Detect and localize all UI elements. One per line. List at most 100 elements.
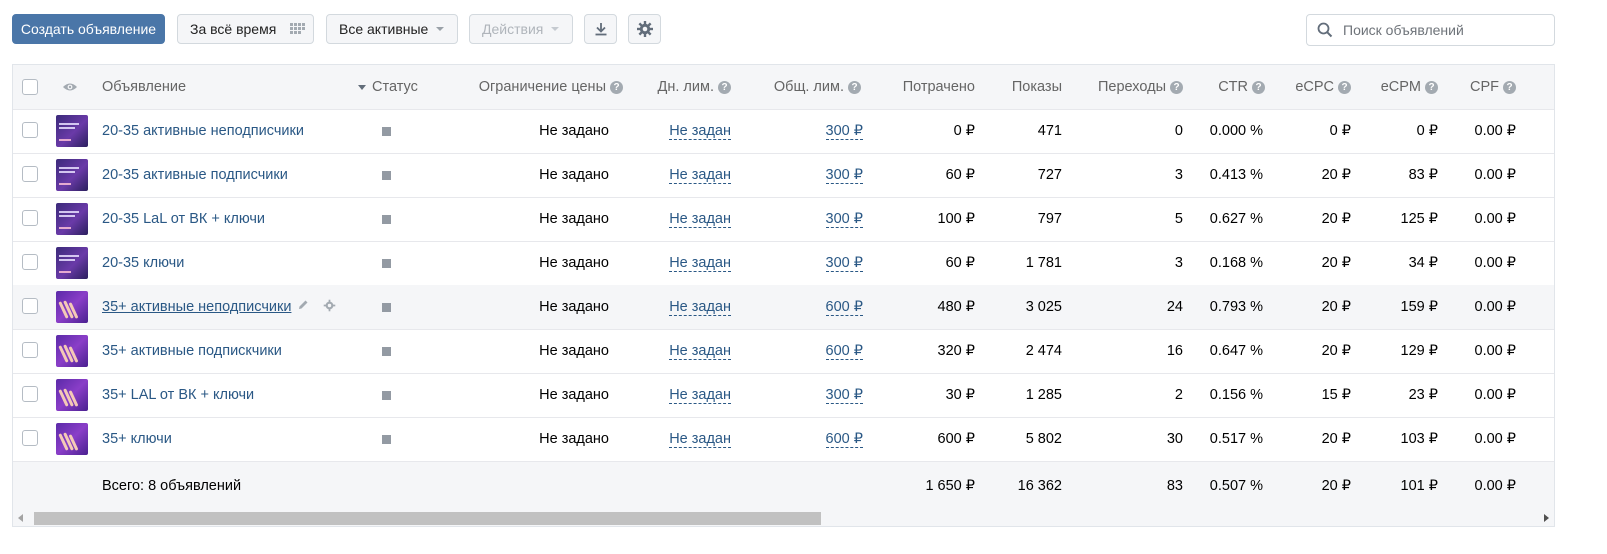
column-price-limit[interactable]: Ограничение цены? <box>453 65 623 109</box>
ad-thumbnail[interactable] <box>56 247 88 279</box>
column-status[interactable]: Статус <box>358 65 418 109</box>
scrollbar-thumb[interactable] <box>34 512 821 525</box>
column-ecpc[interactable]: eCPC? <box>1273 65 1351 109</box>
actions-dropdown[interactable]: Действия <box>469 14 573 44</box>
table-row[interactable]: 20-35 ключи Не задано Не задан 300 ₽ 60 ₽ 1 7… <box>13 241 1554 286</box>
settings-button[interactable] <box>628 14 661 44</box>
ctr-value: 0.000 % <box>1209 123 1263 139</box>
ad-thumbnail[interactable] <box>56 115 88 147</box>
ad-thumbnail[interactable] <box>56 203 88 235</box>
create-ad-label: Создать объявление <box>20 21 157 37</box>
ecpm-value: 103 ₽ <box>1400 431 1438 447</box>
ad-thumbnail[interactable] <box>56 379 88 411</box>
ad-name[interactable]: 35+ активные подпискчики <box>102 329 282 373</box>
day-limit[interactable]: Не задан <box>633 285 731 329</box>
question-icon[interactable]: ? <box>1425 80 1438 94</box>
day-limit[interactable]: Не задан <box>633 197 731 241</box>
ad-name[interactable]: 20-35 LaL от ВК + ключи <box>102 197 265 241</box>
ad-name[interactable]: 35+ LAL от ВК + ключи <box>102 373 254 417</box>
question-icon[interactable]: ? <box>1338 80 1351 94</box>
question-icon[interactable]: ? <box>1170 80 1183 94</box>
total-limit[interactable]: 300 ₽ <box>753 241 863 285</box>
row-checkbox[interactable] <box>22 430 38 446</box>
row-checkbox[interactable] <box>22 386 38 402</box>
status-indicator <box>382 153 391 197</box>
ad-name[interactable]: 20-35 ключи <box>102 241 184 285</box>
day-limit[interactable]: Не задан <box>633 417 731 461</box>
clicks-value: 2 <box>1174 387 1183 403</box>
question-icon[interactable]: ? <box>1503 80 1516 94</box>
table-row[interactable]: 20-35 активные подписчики Не задано Не зад… <box>13 153 1554 198</box>
table-row[interactable]: 35+ ключи Не задано Не задан 600 ₽ 600 ₽ 5 80… <box>13 417 1554 462</box>
day-limit[interactable]: Не задан <box>633 241 731 285</box>
total-limit[interactable]: 300 ₽ <box>753 197 863 241</box>
day-limit[interactable]: Не задан <box>633 153 731 197</box>
column-ad[interactable]: Объявление <box>102 65 186 109</box>
total-limit[interactable]: 600 ₽ <box>753 329 863 373</box>
question-icon[interactable]: ? <box>718 80 731 94</box>
total-limit[interactable]: 300 ₽ <box>753 373 863 417</box>
question-icon[interactable]: ? <box>610 80 623 94</box>
status-square-icon <box>382 126 391 136</box>
column-spent[interactable]: Потрачено <box>873 65 975 109</box>
row-checkbox[interactable] <box>22 166 38 182</box>
ad-thumbnail[interactable] <box>56 291 88 323</box>
ad-thumbnail[interactable] <box>56 335 88 367</box>
ads-table: Объявление Статус Ограничение цены? Дн. … <box>12 64 1555 527</box>
status-filter-dropdown[interactable]: Все активные <box>326 14 458 44</box>
ad-name[interactable]: 35+ ключи <box>102 417 172 461</box>
search-box[interactable] <box>1306 14 1555 46</box>
status-square-icon <box>382 302 391 312</box>
row-checkbox[interactable] <box>22 342 38 358</box>
day-limit[interactable]: Не задан <box>633 373 731 417</box>
ecpc-value: 15 ₽ <box>1321 387 1351 403</box>
ad-name[interactable]: 20-35 активные подписчики <box>102 153 288 197</box>
row-checkbox[interactable] <box>22 210 38 226</box>
ad-name[interactable]: 20-35 активные неподписчики <box>102 109 304 153</box>
search-input[interactable] <box>1341 21 1545 39</box>
row-checkbox[interactable] <box>22 298 38 314</box>
row-checkbox[interactable] <box>22 122 38 138</box>
table-row[interactable]: 35+ LAL от ВК + ключи Не задано Не задан 30… <box>13 373 1554 418</box>
ad-thumbnail[interactable] <box>56 159 88 191</box>
column-clicks[interactable]: Переходы? <box>1073 65 1183 109</box>
clicks-value: 24 <box>1166 299 1183 315</box>
ad-name[interactable]: 35+ активные неподписчики <box>102 285 291 329</box>
question-icon[interactable]: ? <box>1252 80 1265 94</box>
day-limit[interactable]: Не задан <box>633 329 731 373</box>
select-all-checkbox[interactable] <box>22 79 38 95</box>
table-row[interactable]: 35+ активные подпискчики Не задано Не зада… <box>13 329 1554 374</box>
table-row[interactable]: 20-35 активные неподписчики Не задано Не з… <box>13 109 1554 154</box>
column-day-limit[interactable]: Дн. лим.? <box>633 65 731 109</box>
column-ecpm[interactable]: eCPM? <box>1358 65 1438 109</box>
create-ad-button[interactable]: Создать объявление <box>12 14 165 44</box>
column-impressions[interactable]: Показы <box>983 65 1062 109</box>
scroll-left-arrow-icon[interactable] <box>18 514 23 522</box>
total-limit[interactable]: 600 ₽ <box>753 417 863 461</box>
total-ctr: 0.507 % <box>1209 477 1263 494</box>
status-square-icon <box>382 214 391 224</box>
total-limit[interactable]: 300 ₽ <box>753 109 863 153</box>
table-row[interactable]: 20-35 LaL от ВК + ключи Не задано Не задан… <box>13 197 1554 242</box>
pencil-icon[interactable] <box>297 299 309 316</box>
price-limit: Не задано <box>539 299 609 315</box>
column-ctr[interactable]: CTR? <box>1193 65 1265 109</box>
impressions-value: 2 474 <box>1025 343 1062 359</box>
table-row[interactable]: 35+ активные неподписчики Не задано Не зад… <box>13 285 1554 330</box>
day-limit[interactable]: Не задан <box>633 109 731 153</box>
download-button[interactable] <box>584 14 617 44</box>
gear-icon[interactable] <box>323 299 336 316</box>
row-checkbox[interactable] <box>22 254 38 270</box>
scroll-right-arrow-icon[interactable] <box>1544 514 1549 522</box>
question-icon[interactable]: ? <box>848 80 861 94</box>
total-impressions: 16 362 <box>1017 477 1062 494</box>
column-cpf[interactable]: CPF? <box>1448 65 1516 109</box>
eye-icon[interactable] <box>62 65 82 109</box>
total-limit[interactable]: 600 ₽ <box>753 285 863 329</box>
status-indicator <box>382 197 391 241</box>
horizontal-scrollbar[interactable] <box>13 509 1554 526</box>
total-limit[interactable]: 300 ₽ <box>753 153 863 197</box>
period-selector[interactable]: За всё время <box>177 14 314 44</box>
column-total-limit[interactable]: Общ. лим.? <box>753 65 861 109</box>
ad-thumbnail[interactable] <box>56 423 88 455</box>
